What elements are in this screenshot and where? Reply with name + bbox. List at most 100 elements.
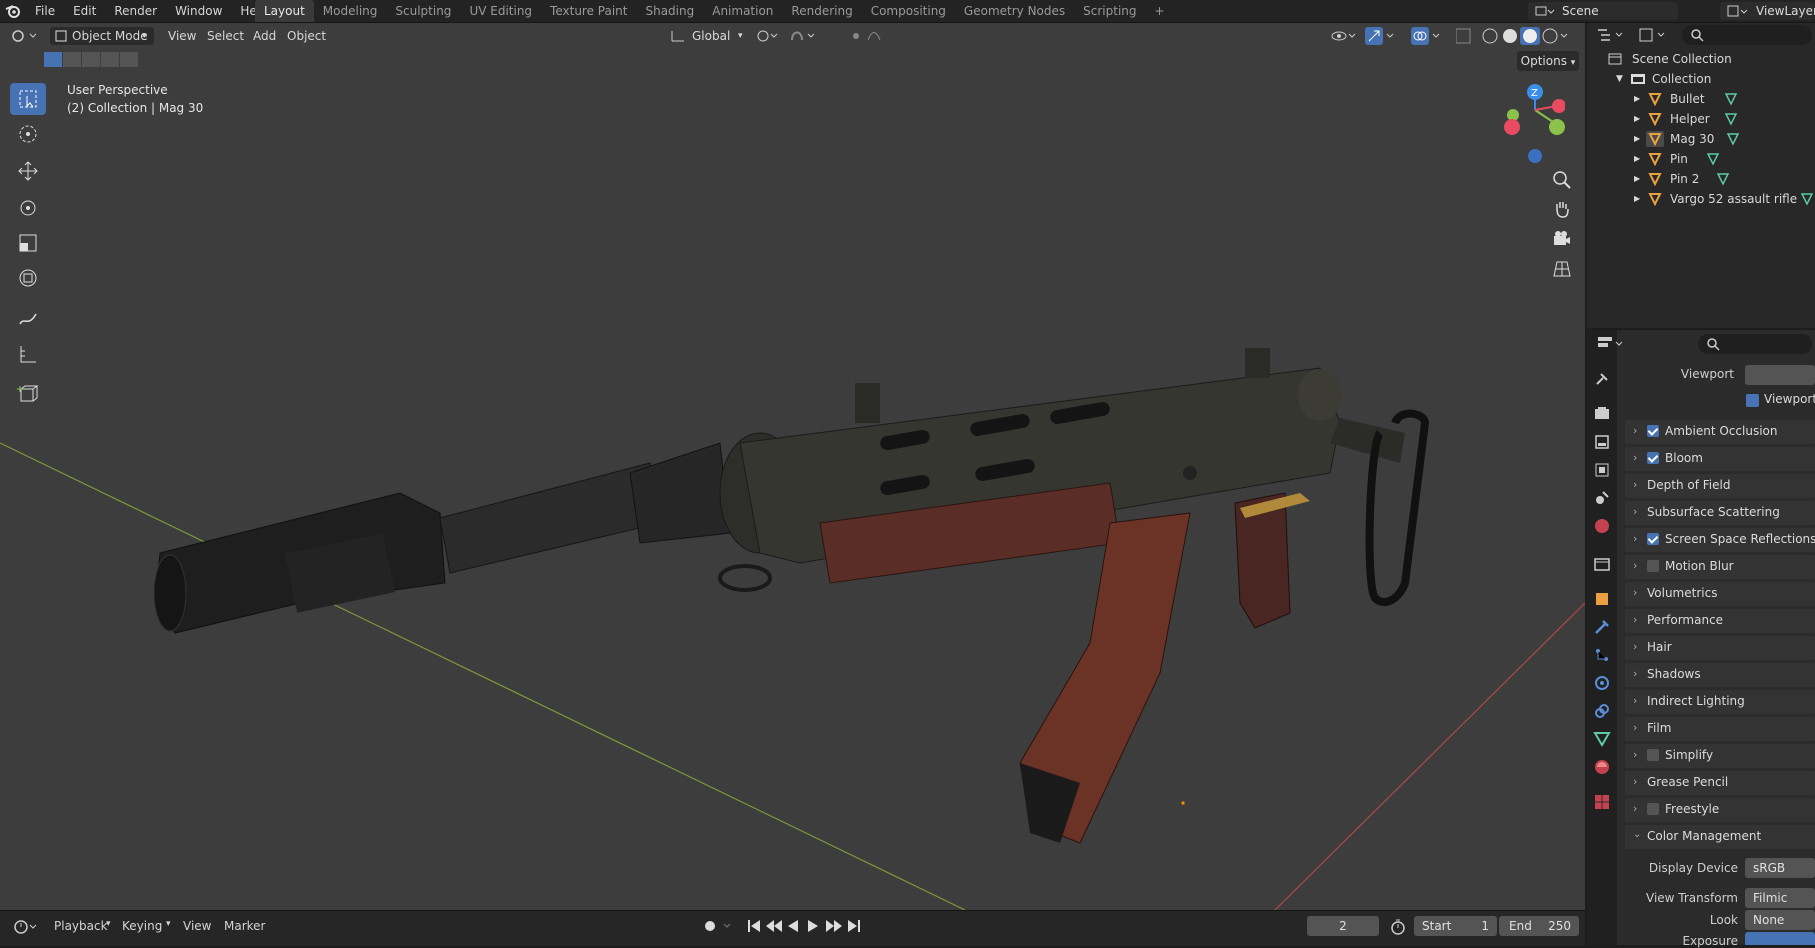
panel-bloom[interactable]: › Bloom: [1625, 447, 1815, 471]
panel-hair[interactable]: › Hair: [1625, 636, 1815, 660]
display-device-dropdown[interactable]: sRGB: [1745, 858, 1815, 878]
material-tab-icon[interactable]: [1593, 758, 1611, 776]
tab-geometry-nodes[interactable]: Geometry Nodes: [955, 0, 1074, 22]
panel-subsurface-scattering[interactable]: › Subsurface Scattering: [1625, 501, 1815, 525]
panel-motion-blur[interactable]: › Motion Blur: [1625, 555, 1815, 579]
select-box-tool[interactable]: [10, 83, 46, 115]
expand-arrow-icon[interactable]: ▶: [1634, 109, 1640, 129]
panel-ambient-occlusion[interactable]: › Ambient Occlusion: [1625, 420, 1815, 444]
visibility-icon[interactable]: [1330, 27, 1358, 45]
tab-shading[interactable]: Shading: [636, 0, 703, 22]
start-frame-field[interactable]: Start 1: [1414, 916, 1497, 936]
outliner-search-input[interactable]: [1682, 25, 1812, 45]
outliner-editor-type-icon[interactable]: [1595, 25, 1629, 45]
outliner-object-row[interactable]: ▶ Bullet: [1634, 89, 1814, 109]
pivot-point-icon[interactable]: [755, 28, 779, 44]
menu-marker[interactable]: Marker: [224, 919, 265, 933]
tab-sculpting[interactable]: Sculpting: [386, 0, 460, 22]
tab-animation[interactable]: Animation: [703, 0, 782, 22]
3d-viewport[interactable]: [0, 23, 1585, 910]
scene-selector[interactable]: Scene: [1528, 2, 1678, 20]
panel-depth-of-field[interactable]: › Depth of Field: [1625, 474, 1815, 498]
view-layer-selector[interactable]: ViewLayer: [1720, 2, 1815, 20]
menu-window[interactable]: Window: [166, 0, 231, 22]
tab-layout[interactable]: Layout: [255, 0, 314, 22]
tab-compositing[interactable]: Compositing: [862, 0, 955, 22]
perspective-toggle-icon[interactable]: [1548, 255, 1576, 283]
blender-logo-icon[interactable]: [0, 0, 26, 22]
properties-editor-type-icon[interactable]: [1596, 334, 1630, 354]
stopwatch-icon[interactable]: [1388, 917, 1408, 937]
panel-indirect-lighting[interactable]: › Indirect Lighting: [1625, 690, 1815, 714]
particles-tab-icon[interactable]: [1593, 646, 1611, 664]
select-invert-icon[interactable]: [101, 52, 119, 67]
select-new-icon[interactable]: [44, 52, 62, 67]
look-dropdown[interactable]: None: [1745, 910, 1815, 930]
scale-tool[interactable]: [10, 227, 46, 259]
expand-chevron-icon[interactable]: ▼: [1616, 69, 1623, 89]
view-transform-dropdown[interactable]: Filmic: [1745, 888, 1815, 908]
zoom-icon[interactable]: [1548, 166, 1576, 194]
modifier-tab-icon[interactable]: [1593, 618, 1611, 636]
expand-arrow-icon[interactable]: ▶: [1634, 89, 1640, 109]
rotate-tool[interactable]: [10, 192, 46, 224]
panel-checkbox[interactable]: [1647, 425, 1659, 437]
transform-orientation-dropdown[interactable]: Global ▾: [670, 27, 750, 45]
menu-keying[interactable]: Keying: [122, 919, 162, 933]
select-extend-icon[interactable]: [63, 52, 81, 67]
tab-scripting[interactable]: Scripting: [1074, 0, 1145, 22]
panel-film[interactable]: › Film: [1625, 717, 1815, 741]
menu-edit[interactable]: Edit: [64, 0, 105, 22]
panel-color-management[interactable]: ⌄ Color Management: [1625, 825, 1815, 849]
record-keyframe-icon[interactable]: [700, 916, 736, 936]
annotate-tool[interactable]: [10, 303, 46, 335]
render-tab-icon[interactable]: [1593, 405, 1611, 423]
select-intersect-icon[interactable]: [120, 52, 138, 67]
viewport-samples-field[interactable]: [1745, 365, 1815, 385]
overlays-toggle-icon[interactable]: [1410, 26, 1444, 46]
object-tab-icon[interactable]: [1593, 590, 1611, 608]
add-cube-tool[interactable]: [10, 378, 46, 410]
outliner-object-row[interactable]: ▶ Helper: [1634, 109, 1814, 129]
camera-view-icon[interactable]: [1548, 225, 1576, 253]
panel-screen-space-reflections[interactable]: › Screen Space Reflections: [1625, 528, 1815, 552]
viewport-denoise-checkbox[interactable]: [1746, 394, 1759, 407]
physics-tab-icon[interactable]: [1593, 674, 1611, 692]
measure-tool[interactable]: [10, 338, 46, 370]
end-frame-field[interactable]: End 250: [1499, 916, 1579, 936]
tab-uv-editing[interactable]: UV Editing: [460, 0, 541, 22]
pan-hand-icon[interactable]: [1548, 195, 1576, 223]
panel-grease-pencil[interactable]: › Grease Pencil: [1625, 771, 1815, 795]
tab-rendering[interactable]: Rendering: [782, 0, 861, 22]
tab-modeling[interactable]: Modeling: [314, 0, 387, 22]
outliner-object-row[interactable]: ▶ Vargo 52 assault rifle: [1634, 189, 1814, 209]
menu-add[interactable]: Add: [253, 27, 276, 45]
expand-arrow-icon[interactable]: ▶: [1634, 169, 1640, 189]
outliner-object-row[interactable]: ▶ Pin: [1634, 149, 1814, 169]
display-mode-icon[interactable]: [1637, 25, 1671, 45]
panel-checkbox[interactable]: [1647, 560, 1659, 572]
tab-texture-paint[interactable]: Texture Paint: [541, 0, 636, 22]
panel-freestyle[interactable]: › Freestyle: [1625, 798, 1815, 822]
editor-type-button[interactable]: [8, 27, 42, 45]
select-subtract-icon[interactable]: [82, 52, 100, 67]
properties-search-input[interactable]: [1698, 334, 1812, 354]
panel-checkbox[interactable]: [1647, 452, 1659, 464]
current-frame-field[interactable]: 2: [1307, 916, 1379, 936]
gizmo-toggle-icon[interactable]: [1364, 26, 1398, 46]
menu-object[interactable]: Object: [287, 27, 326, 45]
panel-shadows[interactable]: › Shadows: [1625, 663, 1815, 687]
menu-timeline-view[interactable]: View: [183, 919, 211, 933]
panel-volumetrics[interactable]: › Volumetrics: [1625, 582, 1815, 606]
timeline-editor-type-icon[interactable]: [12, 917, 40, 937]
menu-render[interactable]: Render: [105, 0, 166, 22]
expand-arrow-icon[interactable]: ▶: [1634, 129, 1640, 149]
scene-tab-icon[interactable]: [1593, 489, 1611, 507]
collection-tab-icon[interactable]: [1593, 555, 1611, 573]
mode-dropdown[interactable]: Object Mode ▾: [50, 27, 154, 45]
options-dropdown[interactable]: Options ▾: [1517, 51, 1579, 71]
output-tab-icon[interactable]: [1593, 433, 1611, 451]
panel-checkbox[interactable]: [1647, 803, 1659, 815]
move-tool[interactable]: [10, 155, 46, 187]
snap-icon[interactable]: [788, 28, 828, 44]
